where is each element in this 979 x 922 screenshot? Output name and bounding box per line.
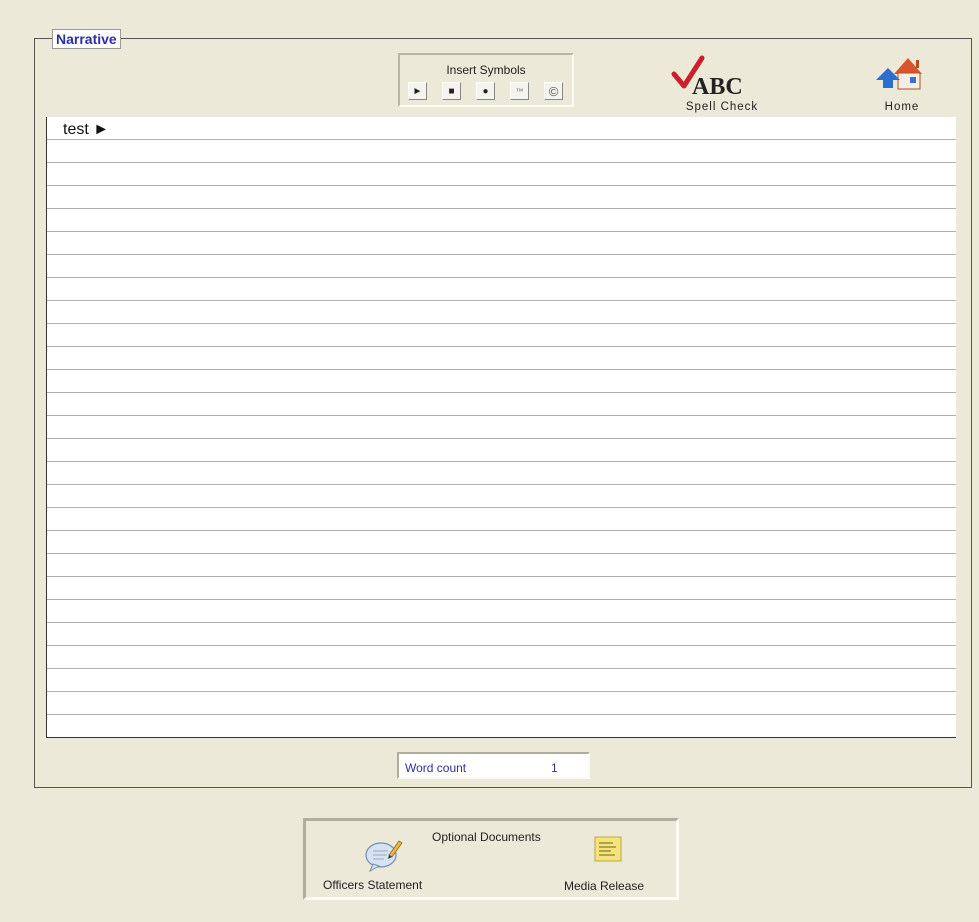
insert-symbols-title: Insert Symbols xyxy=(446,63,526,77)
officers-statement-button[interactable] xyxy=(364,835,404,873)
narrative-text: test ► xyxy=(63,121,110,138)
home-label: Home xyxy=(884,101,920,113)
insert-trademark-button[interactable]: ™ xyxy=(510,82,529,100)
spell-check-button[interactable]: ABC Spell Check xyxy=(668,52,776,114)
insert-bullet-button[interactable]: ● xyxy=(476,82,495,100)
home-button[interactable]: Home xyxy=(866,52,938,114)
svg-text:ABC: ABC xyxy=(692,74,743,98)
insert-square-button[interactable]: ■ xyxy=(442,82,461,100)
word-count-box: Word count 1 xyxy=(397,752,590,779)
sticky-note-icon xyxy=(594,836,622,862)
word-count-label: Word count xyxy=(405,761,467,775)
optional-documents-title: Optional Documents xyxy=(432,830,541,844)
spell-check-label: Spell Check xyxy=(685,101,759,113)
insert-triangle-button[interactable]: ► xyxy=(408,82,427,100)
media-release-button[interactable] xyxy=(594,836,622,862)
insert-copyright-button[interactable]: © xyxy=(544,82,563,100)
optional-documents-panel: Optional Documents Officers Statement Me… xyxy=(303,818,679,900)
spell-check-icon: ABC xyxy=(671,55,743,100)
officers-statement-label[interactable]: Officers Statement xyxy=(323,878,422,892)
narrative-text-area[interactable]: test ► xyxy=(46,117,956,738)
word-count-value: 1 xyxy=(551,761,558,775)
narrative-title: Narrative xyxy=(52,29,121,49)
speech-bubble-pencil-icon xyxy=(365,840,403,873)
home-icon xyxy=(876,58,922,90)
media-release-label[interactable]: Media Release xyxy=(564,879,644,893)
insert-symbols-panel: Insert Symbols ► ■ ● ™ © xyxy=(398,53,574,107)
